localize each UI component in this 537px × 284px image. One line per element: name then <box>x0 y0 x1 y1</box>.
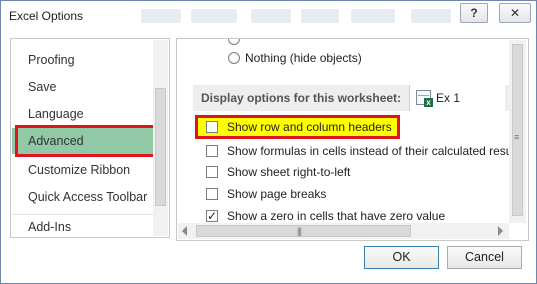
sidebar-item-language[interactable]: Language <box>12 101 153 127</box>
title-bar: Excel Options ? ✕ <box>1 1 536 31</box>
options-sidebar: Proofing Save Language Advanced Customiz… <box>10 38 170 238</box>
scroll-left-arrow-icon[interactable] <box>182 226 187 236</box>
radio-label-nothing: Nothing (hide objects) <box>245 51 362 65</box>
scroll-grip-icon: ||| <box>297 226 302 236</box>
checkbox-show-formulas[interactable] <box>206 145 218 157</box>
radio-button-partial[interactable] <box>228 39 240 45</box>
sidebar-scrollbar[interactable] <box>153 40 168 236</box>
excel-sheet-icon <box>416 90 433 107</box>
checkbox-show-zero-values[interactable] <box>206 207 218 225</box>
sidebar-item-customize-ribbon[interactable]: Customize Ribbon <box>12 157 153 183</box>
checkbox-show-row-column-headers[interactable] <box>206 121 218 133</box>
background-ribbon-blur <box>141 1 481 31</box>
option-label: Show sheet right-to-left <box>227 165 351 179</box>
option-label: Show row and column headers <box>227 120 392 134</box>
section-title: Display options for this worksheet: <box>201 91 402 105</box>
advanced-options-panel: Nothing (hide objects) Display options f… <box>176 38 529 241</box>
sidebar-item-add-ins[interactable]: Add-Ins <box>12 214 153 237</box>
option-label: Show formulas in cells instead of their … <box>227 144 525 158</box>
help-button[interactable]: ? <box>460 3 488 23</box>
cancel-button[interactable]: Cancel <box>447 246 522 269</box>
sidebar-item-advanced[interactable]: Advanced <box>12 128 153 154</box>
checkbox-show-page-breaks[interactable] <box>206 188 218 200</box>
option-label: Show page breaks <box>227 187 327 201</box>
ok-button[interactable]: OK <box>364 246 439 269</box>
radio-button-nothing[interactable] <box>228 52 240 64</box>
sidebar-scroll-thumb[interactable] <box>155 88 166 206</box>
sidebar-item-quick-access-toolbar[interactable]: Quick Access Toolbar <box>12 184 153 210</box>
options-scroll-thumb[interactable] <box>512 44 523 216</box>
excel-options-dialog: Excel Options ? ✕ Proofing Save Language… <box>0 0 537 284</box>
window-title: Excel Options <box>9 9 84 23</box>
options-vertical-scrollbar[interactable]: ≡ <box>509 40 526 223</box>
close-button[interactable]: ✕ <box>499 3 531 23</box>
scroll-right-arrow-icon[interactable] <box>498 226 503 236</box>
horizontal-scroll-thumb[interactable]: ||| <box>196 225 411 237</box>
worksheet-selector-value: Ex 1 <box>436 91 461 105</box>
worksheet-selector[interactable]: Ex 1 <box>409 85 505 111</box>
close-icon: ✕ <box>509 6 521 20</box>
options-horizontal-scrollbar[interactable]: ||| <box>178 223 509 239</box>
scroll-grip-icon: ≡ <box>514 132 519 142</box>
sidebar-item-save[interactable]: Save <box>12 74 153 100</box>
sidebar-item-proofing[interactable]: Proofing <box>12 47 153 73</box>
checkbox-show-sheet-right-to-left[interactable] <box>206 166 218 178</box>
